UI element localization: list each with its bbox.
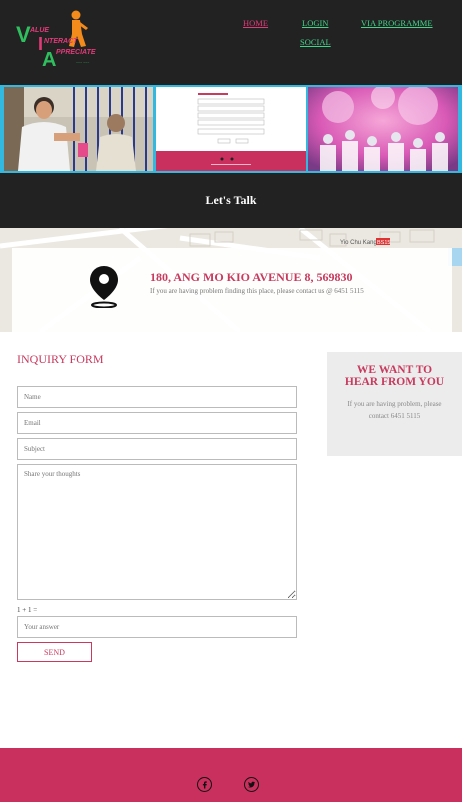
address-heading: 180, ANG MO KIO AVENUE 8, 569830: [150, 270, 353, 284]
svg-text:BS15: BS15: [377, 240, 390, 246]
contact-card: WE WANT TO HEAR FROM YOU If you are havi…: [327, 352, 462, 456]
svg-text:Yio Chu Kang: Yio Chu Kang: [340, 240, 377, 246]
logo-graphic: V I A ALUE NTERACT PPRECIATE ~~~ ~~~: [16, 10, 96, 71]
email-input[interactable]: [17, 412, 297, 434]
svg-text:PPRECIATE: PPRECIATE: [56, 49, 96, 56]
image-banner: [0, 85, 462, 173]
address-note: If you are having problem finding this p…: [150, 287, 364, 295]
twitter-icon[interactable]: [244, 777, 259, 792]
name-input[interactable]: [17, 386, 297, 408]
lets-talk-heading: Let's Talk: [205, 193, 257, 207]
svg-text:NTERACT: NTERACT: [44, 38, 78, 45]
site-header: V I A ALUE NTERACT PPRECIATE ~~~ ~~~ HOM…: [0, 0, 462, 85]
inquiry-form-title: INQUIRY FORM: [17, 352, 104, 366]
contact-card-text: If you are having problem, please contac…: [347, 400, 442, 420]
location-map[interactable]: Yio Chu Kang BS15 180, ANG MO KIO AVENUE…: [0, 228, 462, 332]
svg-text:A: A: [42, 49, 56, 70]
facebook-icon[interactable]: [197, 777, 212, 792]
nav-home-link[interactable]: HOME: [243, 18, 268, 28]
captcha-answer-input[interactable]: [17, 616, 297, 638]
banner-color-run-photo[interactable]: [308, 87, 458, 171]
site-footer: [0, 748, 462, 802]
svg-text:ALUE: ALUE: [29, 27, 49, 34]
nav-social-link[interactable]: SOCIAL: [300, 37, 331, 47]
lets-talk-section: Let's Talk: [0, 173, 462, 228]
nav-via-programme-link[interactable]: VIA PROGRAMME: [361, 18, 433, 28]
nav-login-link[interactable]: LOGIN: [302, 18, 328, 28]
address-card: 180, ANG MO KIO AVENUE 8, 569830 If you …: [12, 248, 452, 332]
via-logo[interactable]: V I A ALUE NTERACT PPRECIATE ~~~ ~~~: [14, 8, 104, 71]
thoughts-textarea[interactable]: [17, 464, 297, 600]
svg-text:V: V: [16, 22, 31, 47]
contact-card-heading: WE WANT TO HEAR FROM YOU: [344, 364, 445, 388]
subject-input[interactable]: [17, 438, 297, 460]
banner-photo-volunteer[interactable]: [4, 87, 153, 171]
location-pin-icon: [90, 266, 118, 308]
captcha-question: 1 + 1 =: [17, 606, 38, 614]
send-button[interactable]: SEND: [17, 642, 92, 662]
banner-form-screenshot[interactable]: [156, 87, 306, 171]
svg-text:~~~ ~~~: ~~~ ~~~: [76, 61, 89, 65]
